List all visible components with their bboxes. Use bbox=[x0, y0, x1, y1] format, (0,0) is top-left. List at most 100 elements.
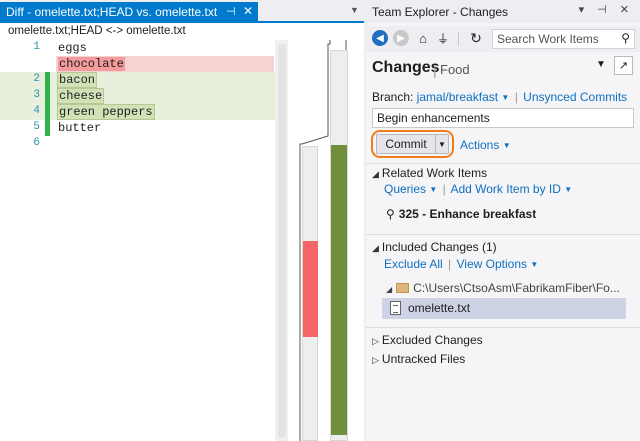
overview-removed-block[interactable] bbox=[303, 241, 318, 337]
diff-tab-title: Diff - omelette.txt;HEAD vs. omelette.tx… bbox=[6, 5, 218, 19]
search-icon[interactable]: ⚲ bbox=[621, 31, 630, 45]
back-arrow-icon[interactable]: ◀ bbox=[372, 30, 388, 46]
view-options-link[interactable]: View Options bbox=[457, 257, 527, 271]
team-explorer-toolbar: ◀ ▶ ⌂ ⏚ ↻ Search Work Items ⚲ bbox=[366, 26, 640, 52]
branch-row: Branch: jamal/breakfast ▼ | Unsynced Com… bbox=[372, 90, 627, 104]
untracked-files-header[interactable]: ▷ Untracked Files bbox=[372, 352, 465, 366]
section-title: Untracked Files bbox=[381, 352, 466, 366]
scrollbar-thumb[interactable] bbox=[278, 44, 286, 438]
line-text: butter bbox=[58, 121, 102, 135]
branch-label: Branch: bbox=[372, 90, 414, 104]
code-line-removed: chocolate bbox=[56, 56, 274, 72]
vertical-scrollbar[interactable] bbox=[275, 40, 288, 441]
collapsed-triangle-icon[interactable]: ▷ bbox=[372, 336, 379, 346]
code-line-added: 3 cheese bbox=[0, 88, 275, 104]
search-work-items-input[interactable]: Search Work Items ⚲ bbox=[492, 29, 635, 49]
included-changes-header[interactable]: ◢ Included Changes (1) bbox=[372, 240, 497, 254]
expanded-triangle-icon[interactable]: ◢ bbox=[372, 169, 379, 179]
section-divider bbox=[366, 234, 640, 235]
diff-tab[interactable]: Diff - omelette.txt;HEAD vs. omelette.tx… bbox=[0, 2, 258, 23]
home-icon[interactable]: ⌂ bbox=[415, 30, 431, 46]
line-number: 4 bbox=[33, 105, 40, 117]
change-marker bbox=[45, 88, 50, 104]
tab-list-dropdown-icon[interactable]: ▼ bbox=[350, 5, 359, 15]
work-item-title: 325 - Enhance breakfast bbox=[398, 207, 537, 221]
chevron-down-icon: ▼ bbox=[502, 141, 511, 150]
page-menu-dropdown-icon[interactable]: ▼ bbox=[596, 59, 606, 70]
folder-path: C:\Users\CtsoAsm\FabrikamFiber\Fo... bbox=[413, 281, 620, 295]
commit-button[interactable]: Commit bbox=[376, 134, 436, 154]
file-name: omelette.txt bbox=[408, 301, 471, 315]
separator: | bbox=[448, 257, 452, 271]
chevron-down-icon[interactable]: ▼ bbox=[564, 185, 572, 194]
line-number: 3 bbox=[33, 89, 40, 101]
change-marker bbox=[45, 72, 50, 88]
team-explorer-titlebar: Team Explorer - Changes ▾ ⊣ ✕ bbox=[366, 0, 640, 23]
exclude-all-link[interactable]: Exclude All bbox=[384, 257, 443, 271]
change-marker bbox=[45, 120, 50, 136]
chevron-down-icon[interactable]: ▼ bbox=[429, 185, 437, 194]
work-item-icon: ⚲ bbox=[386, 207, 395, 221]
window-buttons[interactable]: ▾ ⊣ ✕ bbox=[579, 3, 634, 16]
work-item[interactable]: ⚲ 325 - Enhance breakfast bbox=[386, 207, 536, 221]
section-title: Related Work Items bbox=[381, 166, 488, 180]
close-icon[interactable]: ✕ bbox=[243, 4, 253, 18]
line-number: 6 bbox=[33, 137, 40, 149]
code-line: 1 eggs bbox=[0, 40, 275, 56]
expanded-triangle-icon[interactable]: ◢ bbox=[372, 243, 379, 253]
forward-arrow-icon[interactable]: ▶ bbox=[393, 30, 409, 46]
line-number: 2 bbox=[33, 73, 40, 85]
removed-text: chocolate bbox=[58, 57, 125, 71]
line-number: 1 bbox=[33, 41, 40, 53]
expanded-triangle-icon[interactable]: ◢ bbox=[386, 285, 392, 294]
excluded-changes-header[interactable]: ▷ Excluded Changes bbox=[372, 333, 483, 347]
code-line-added: 2 bacon bbox=[0, 72, 275, 88]
team-explorer: Team Explorer - Changes ▾ ⊣ ✕ ◀ ▶ ⌂ ⏚ ↻ … bbox=[366, 0, 640, 441]
pin-icon[interactable]: ⊣ bbox=[226, 5, 236, 18]
line-text: eggs bbox=[58, 41, 87, 55]
search-placeholder: Search Work Items bbox=[497, 32, 599, 46]
branch-selector[interactable]: jamal/breakfast bbox=[417, 90, 498, 104]
change-marker bbox=[45, 104, 50, 120]
page-title-separator: | bbox=[433, 62, 437, 78]
added-text: green peppers bbox=[57, 104, 155, 120]
queries-link[interactable]: Queries bbox=[384, 182, 426, 196]
folder-tree-item[interactable]: ◢ C:\Users\CtsoAsm\FabrikamFiber\Fo... bbox=[386, 281, 636, 295]
diff-editor: Diff - omelette.txt;HEAD vs. omelette.tx… bbox=[0, 0, 364, 441]
code-line: 6 bbox=[0, 136, 275, 152]
related-work-items-header[interactable]: ◢ Related Work Items bbox=[372, 166, 487, 180]
diff-path: omelette.txt;HEAD <-> omelette.txt bbox=[0, 23, 364, 40]
connect-plug-icon[interactable]: ⏚ bbox=[435, 30, 451, 46]
section-title: Included Changes (1) bbox=[381, 240, 497, 254]
code-area[interactable]: 1 eggs chocolate 2 bacon 3 cheese 4 gree… bbox=[0, 40, 275, 441]
commit-dropdown-icon[interactable]: ▼ bbox=[435, 134, 449, 154]
related-work-items-links: Queries ▼ | Add Work Item by ID ▼ bbox=[384, 182, 572, 196]
unsynced-commits-link[interactable]: Unsynced Commits bbox=[523, 90, 627, 104]
undock-icon[interactable]: ↗ bbox=[614, 56, 633, 75]
refresh-icon[interactable]: ↻ bbox=[468, 30, 484, 46]
added-text: bacon bbox=[56, 72, 98, 88]
section-title: Excluded Changes bbox=[381, 333, 483, 347]
separator: | bbox=[442, 182, 446, 196]
chevron-down-icon[interactable]: ▼ bbox=[501, 93, 509, 102]
file-icon bbox=[390, 301, 401, 315]
page-header: Changes | Food ▼ ↗ bbox=[366, 56, 640, 86]
diff-tabbar: Diff - omelette.txt;HEAD vs. omelette.tx… bbox=[0, 0, 364, 23]
code-line: 5 butter bbox=[0, 120, 275, 136]
add-work-item-link[interactable]: Add Work Item by ID bbox=[450, 182, 560, 196]
line-number: 5 bbox=[33, 121, 40, 133]
overview-added-block[interactable] bbox=[331, 145, 347, 435]
chevron-down-icon[interactable]: ▼ bbox=[530, 260, 538, 269]
collapsed-triangle-icon[interactable]: ▷ bbox=[372, 355, 379, 365]
toolbar-separator bbox=[458, 32, 459, 46]
actions-menu[interactable]: Actions ▼ bbox=[460, 138, 511, 152]
changed-file-item[interactable]: omelette.txt bbox=[382, 298, 626, 319]
folder-icon bbox=[396, 283, 410, 293]
included-changes-links: Exclude All | View Options ▼ bbox=[384, 257, 538, 271]
page-title: Changes bbox=[372, 59, 440, 76]
commit-message-input[interactable]: Begin enhancements bbox=[372, 108, 634, 128]
added-text: cheese bbox=[56, 88, 105, 104]
project-name: Food bbox=[440, 62, 470, 77]
section-divider bbox=[366, 327, 640, 328]
team-explorer-title: Team Explorer - Changes bbox=[372, 5, 509, 19]
